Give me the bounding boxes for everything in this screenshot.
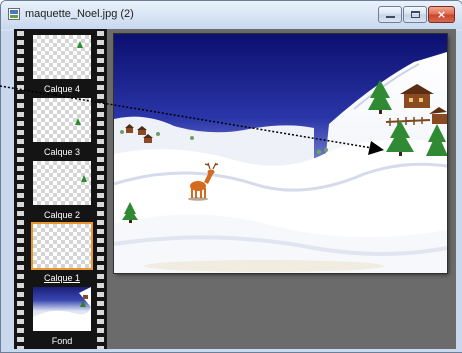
film-sprocket-holes (97, 31, 104, 349)
layer-label: Fond (51, 336, 73, 346)
document-area: Calque 4 Calque 3 Calque 2 Calque 1 Fond (14, 29, 456, 349)
layer-thumbnail (31, 33, 93, 81)
image-window: maquette_Noel.jpg (2) × Calque 4 Calque … (0, 0, 462, 353)
layer-thumbnail (31, 222, 93, 270)
tree-icon (77, 41, 83, 48)
winter-landscape-picture (114, 34, 447, 273)
maximize-button[interactable] (403, 6, 427, 23)
image-file-icon (8, 8, 20, 20)
layer-item-calque-3[interactable]: Calque 3 (31, 96, 93, 158)
layer-label: Calque 1 (43, 273, 81, 283)
layer-thumbnail (31, 96, 93, 144)
close-icon: × (436, 8, 447, 21)
layer-item-fond[interactable]: Fond (31, 285, 93, 347)
layer-label: Calque 2 (43, 210, 81, 220)
layer-item-calque-1[interactable]: Calque 1 (31, 222, 93, 284)
layer-thumbnail (31, 159, 93, 207)
layer-item-calque-4[interactable]: Calque 4 (31, 33, 93, 95)
layer-item-calque-2[interactable]: Calque 2 (31, 159, 93, 221)
layer-label: Calque 3 (43, 147, 81, 157)
film-sprocket-holes (17, 31, 24, 349)
window-title: maquette_Noel.jpg (2) (25, 8, 134, 20)
maximize-icon (411, 11, 420, 18)
close-button[interactable]: × (428, 6, 455, 23)
layer-thumbnail (31, 285, 93, 333)
layer-label: Calque 4 (43, 84, 81, 94)
landscape-thumbnail (33, 287, 91, 331)
tree-icon (81, 175, 87, 182)
minimize-button[interactable] (378, 6, 402, 23)
tree-icon (75, 118, 81, 125)
image-canvas[interactable] (114, 34, 447, 273)
title-bar[interactable]: maquette_Noel.jpg (2) × (1, 1, 462, 29)
layers-filmstrip: Calque 4 Calque 3 Calque 2 Calque 1 Fond (14, 29, 107, 349)
minimize-icon (386, 16, 395, 18)
